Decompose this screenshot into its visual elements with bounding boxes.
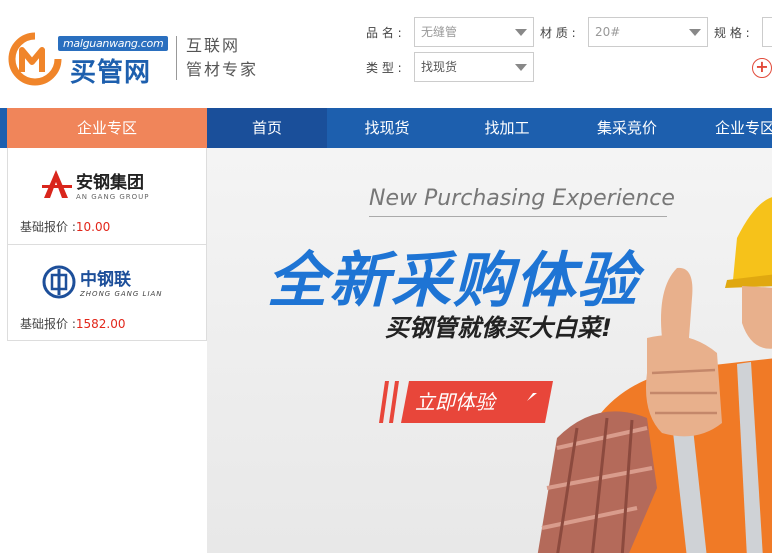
try-now-button[interactable]: 立即体验	[379, 381, 553, 423]
slogan-line-2: 管材专家	[186, 60, 259, 79]
hero-banner[interactable]: New Purchasing Experience 全新采购体验 买钢管就像买大…	[207, 148, 772, 553]
price-line: 基础报价 :1582.00	[20, 315, 125, 332]
company-card[interactable]: 安钢集团 AN GANG GROUP 基础报价 :10.00	[8, 148, 206, 244]
slogan-line-1: 互联网	[186, 36, 241, 55]
company-name: 中钢联	[80, 269, 131, 290]
type-value: 找现货	[421, 60, 458, 74]
try-now-label: 立即体验	[415, 390, 495, 414]
spec-filter: 规 格 :	[714, 17, 772, 47]
nav-item-enterprise[interactable]: 企业专区	[687, 108, 772, 148]
logo-domain: malguanwang.com	[58, 36, 169, 51]
logo-mark-icon	[8, 32, 62, 86]
material-value: 20#	[595, 25, 621, 39]
price-value: 1582.00	[75, 317, 126, 331]
price-label: 基础报价 :	[20, 317, 76, 331]
zhongganglian-logo: 中钢联 ZHONG GANG LIAN	[42, 265, 163, 299]
company-name: 安钢集团	[76, 172, 144, 193]
type-filter: 类 型 : 找现货	[366, 52, 534, 82]
site-logo[interactable]: malguanwang.com 买管网	[8, 30, 169, 88]
nav-item-processing[interactable]: 找加工	[447, 108, 567, 148]
type-label: 类 型 :	[366, 60, 402, 75]
angang-logo: 安钢集团 AN GANG GROUP	[42, 170, 150, 201]
type-select[interactable]: 找现货	[414, 52, 534, 82]
chevron-down-icon	[515, 64, 527, 71]
main-nav: 企业专区 首页 找现货 找加工 集采竞价 企业专区	[0, 108, 772, 148]
nav-item-spot[interactable]: 找现货	[327, 108, 447, 148]
material-filter: 材 质 : 20#	[540, 17, 708, 47]
spec-select[interactable]	[762, 17, 772, 47]
product-value: 无缝管	[421, 25, 458, 39]
nav-item-home[interactable]: 首页	[207, 108, 327, 148]
product-select[interactable]: 无缝管	[414, 17, 534, 47]
slogan: 互联网 管材专家	[186, 34, 258, 82]
enterprise-panel: 安钢集团 AN GANG GROUP 基础报价 :10.00 中钢联 ZHONG…	[7, 148, 207, 341]
chevron-down-icon	[515, 29, 527, 36]
worker-illustration	[537, 197, 772, 553]
site-header: malguanwang.com 买管网 互联网 管材专家 品 名 : 无缝管 材…	[0, 0, 772, 108]
price-line: 基础报价 :10.00	[20, 218, 110, 235]
company-sub: ZHONG GANG LIAN	[79, 290, 163, 298]
logo-divider	[176, 36, 177, 80]
material-label: 材 质 :	[540, 25, 576, 40]
add-filter-icon[interactable]: +	[752, 58, 772, 78]
material-select[interactable]: 20#	[588, 17, 708, 47]
chevron-down-icon	[689, 29, 701, 36]
spec-label: 规 格 :	[714, 25, 750, 40]
price-value: 10.00	[75, 220, 111, 234]
logo-name: 买管网	[70, 58, 152, 88]
product-filter: 品 名 : 无缝管	[366, 17, 534, 47]
price-label: 基础报价 :	[20, 220, 76, 234]
nav-enterprise-zone-side[interactable]: 企业专区	[7, 108, 207, 148]
product-label: 品 名 :	[366, 25, 402, 40]
nav-item-bidding[interactable]: 集采竞价	[567, 108, 687, 148]
company-card[interactable]: 中钢联 ZHONG GANG LIAN 基础报价 :1582.00	[8, 244, 206, 340]
company-sub: AN GANG GROUP	[76, 193, 150, 201]
